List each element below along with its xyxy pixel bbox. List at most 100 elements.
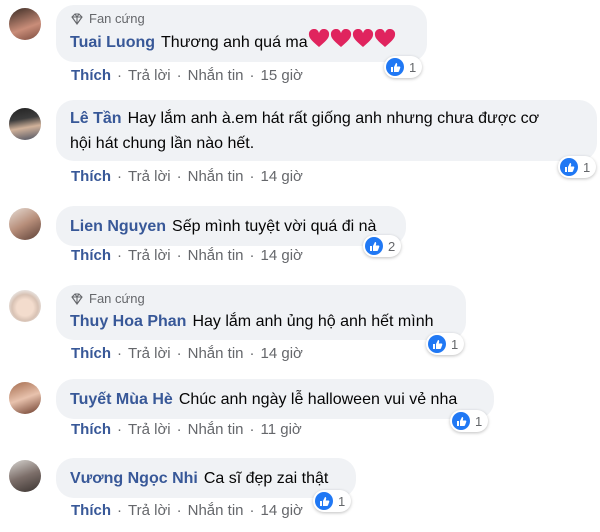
avatar[interactable] — [9, 208, 41, 240]
comment-text: Hay lắm anh à.em hát rất giống anh nhưng… — [127, 110, 540, 127]
reaction-count[interactable]: 1 — [384, 56, 423, 78]
like-icon — [386, 58, 404, 76]
like-count: 1 — [583, 159, 591, 175]
separator: · — [176, 247, 182, 264]
comment-text: Ca sĩ đẹp zai thật — [203, 470, 329, 487]
comment-bubble: Vương Ngọc Nhi Ca sĩ đẹp zai thật — [56, 458, 356, 498]
comment-text: Hay lắm anh ủng hộ anh hết mình — [192, 313, 434, 330]
comment-text: Sếp mình tuyệt vời quá đi nà — [172, 218, 377, 235]
heart-icon — [308, 28, 396, 57]
separator: · — [117, 67, 122, 84]
like-button[interactable]: Thích — [71, 502, 111, 519]
like-count: 1 — [475, 413, 483, 429]
avatar[interactable] — [9, 8, 41, 40]
comment-actions: Thích · Trả lời · Nhắn tin · 14 giờ — [71, 502, 303, 519]
comment-item: Lien Nguyen Sếp mình tuyệt vời quá đi nà … — [0, 201, 600, 281]
fan-label: Fan cứng — [89, 11, 145, 26]
like-icon — [428, 335, 446, 353]
like-button[interactable]: Thích — [71, 345, 111, 362]
separator: · — [176, 345, 182, 362]
message-button[interactable]: Nhắn tin — [188, 168, 244, 185]
comment-item: Fan cứng Thuy Hoa Phan Hay lắm anh ủng hộ… — [0, 283, 600, 363]
fan-badge: Fan cứng — [70, 11, 413, 26]
commenter-name[interactable]: Lien Nguyen — [70, 218, 166, 235]
message-button[interactable]: Nhắn tin — [188, 247, 244, 264]
comment-actions: Thích · Trả lời · Nhắn tin · 14 giờ — [71, 247, 303, 264]
timestamp[interactable]: 14 giờ — [261, 247, 303, 264]
like-icon — [560, 158, 578, 176]
separator: · — [176, 502, 182, 519]
commenter-name[interactable]: Thuy Hoa Phan — [70, 313, 186, 330]
separator: · — [117, 502, 122, 519]
comment-text: Chúc anh ngày lễ halloween vui vẻ nha — [178, 391, 458, 408]
reply-button[interactable]: Trả lời — [128, 168, 171, 185]
avatar[interactable] — [9, 382, 41, 414]
reaction-count[interactable]: 1 — [558, 156, 597, 178]
like-icon — [365, 237, 383, 255]
timestamp[interactable]: 14 giờ — [261, 168, 303, 185]
separator: · — [117, 168, 122, 185]
timestamp[interactable]: 11 giờ — [261, 421, 302, 438]
comment-bubble: Fan cứng Thuy Hoa Phan Hay lắm anh ủng hộ… — [56, 285, 466, 340]
timestamp[interactable]: 14 giờ — [261, 345, 303, 362]
separator: · — [176, 421, 182, 438]
separator: · — [249, 502, 255, 519]
separator: · — [117, 421, 122, 438]
separator: · — [176, 67, 182, 84]
like-icon — [315, 492, 333, 510]
separator: · — [176, 168, 182, 185]
comment-actions: Thích · Trả lời · Nhắn tin · 14 giờ — [71, 168, 303, 185]
fan-badge: Fan cứng — [70, 291, 452, 306]
like-button[interactable]: Thích — [71, 421, 111, 438]
timestamp[interactable]: 14 giờ — [261, 502, 303, 519]
message-button[interactable]: Nhắn tin — [188, 345, 244, 362]
like-icon — [452, 412, 470, 430]
comment-bubble: Tuyết Mùa Hè Chúc anh ngày lễ halloween v… — [56, 379, 494, 419]
separator: · — [249, 345, 255, 362]
commenter-name[interactable]: Tuai Luong — [70, 34, 155, 51]
reply-button[interactable]: Trả lời — [128, 421, 171, 438]
message-button[interactable]: Nhắn tin — [188, 421, 244, 438]
avatar[interactable] — [9, 460, 41, 492]
separator: · — [249, 67, 255, 84]
reaction-count[interactable]: 1 — [450, 410, 489, 432]
fan-label: Fan cứng — [89, 291, 145, 306]
like-button[interactable]: Thích — [71, 247, 111, 264]
diamond-icon — [71, 12, 83, 25]
comment-text: Thương anh quá ma — [161, 34, 308, 52]
message-button[interactable]: Nhắn tin — [188, 67, 244, 84]
message-button[interactable]: Nhắn tin — [188, 502, 244, 519]
like-count: 2 — [388, 238, 396, 254]
commenter-name[interactable]: Lê Tần — [70, 110, 122, 127]
comment-actions: Thích · Trả lời · Nhắn tin · 15 giờ — [71, 67, 303, 84]
commenter-name[interactable]: Vương Ngọc Nhi — [70, 470, 198, 487]
reaction-count[interactable]: 2 — [363, 235, 402, 257]
avatar[interactable] — [9, 290, 41, 322]
like-button[interactable]: Thích — [71, 168, 111, 185]
comment-item: Fan cứng Tuai Luong Thương anh quá ma 1 T… — [0, 0, 600, 84]
comment-actions: Thích · Trả lời · Nhắn tin · 11 giờ — [71, 421, 302, 438]
like-count: 1 — [451, 336, 459, 352]
comment-item: Lê Tần Hay lắm anh à.em hát rất giống anh… — [0, 98, 600, 193]
separator: · — [117, 345, 122, 362]
commenter-name[interactable]: Tuyết Mùa Hè — [70, 391, 173, 408]
like-button[interactable]: Thích — [71, 67, 111, 84]
comment-bubble: Fan cứng Tuai Luong Thương anh quá ma — [56, 5, 427, 62]
comment-actions: Thích · Trả lời · Nhắn tin · 14 giờ — [71, 345, 303, 362]
like-count: 1 — [409, 59, 417, 75]
reply-button[interactable]: Trả lời — [128, 247, 171, 264]
avatar[interactable] — [9, 108, 41, 140]
separator: · — [249, 168, 255, 185]
comment-item: Vương Ngọc Nhi Ca sĩ đẹp zai thật 1 Thích… — [0, 452, 600, 532]
reaction-count[interactable]: 1 — [313, 490, 352, 512]
comment-text-line2: hội hát chung lần nào hết. — [70, 135, 255, 152]
separator: · — [249, 421, 255, 438]
comment-item: Tuyết Mùa Hè Chúc anh ngày lễ halloween v… — [0, 374, 600, 454]
separator: · — [249, 247, 255, 264]
reply-button[interactable]: Trả lời — [128, 345, 171, 362]
reply-button[interactable]: Trả lời — [128, 67, 171, 84]
separator: · — [117, 247, 122, 264]
reaction-count[interactable]: 1 — [426, 333, 465, 355]
reply-button[interactable]: Trả lời — [128, 502, 171, 519]
timestamp[interactable]: 15 giờ — [261, 67, 303, 84]
